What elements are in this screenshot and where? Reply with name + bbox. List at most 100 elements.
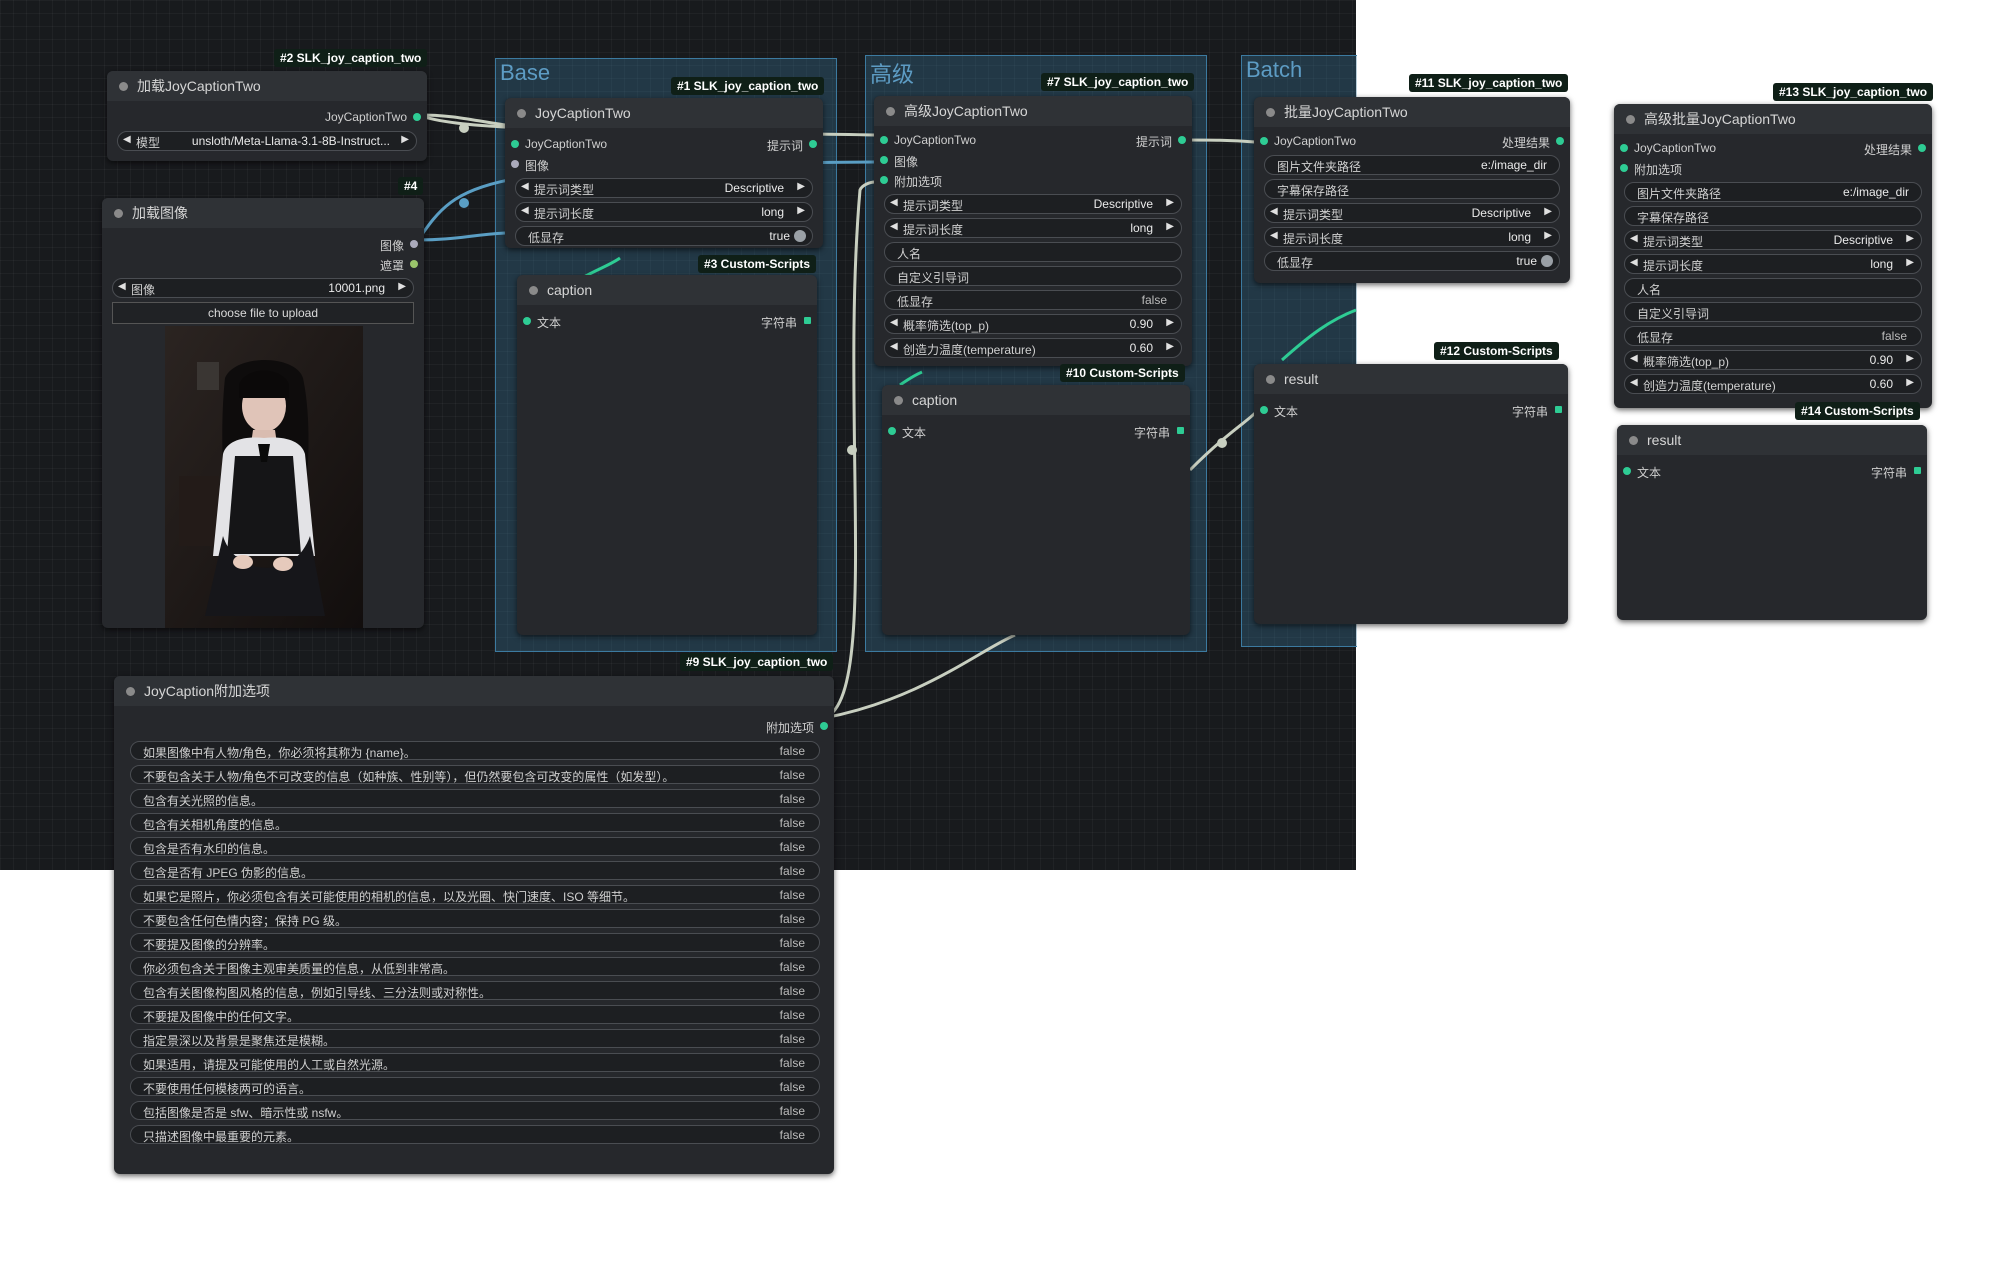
- lowvram-toggle[interactable]: 低显存 false: [1624, 326, 1922, 346]
- top-p-stepper[interactable]: ◀ 概率筛选(top_p) 0.90 ▶: [1624, 350, 1922, 370]
- arrow-left-icon[interactable]: ◀: [1270, 206, 1278, 217]
- extra-option-toggle[interactable]: 如果它是照片，你必须包含有关可能使用的相机的信息，以及光圈、快门速度、ISO 等…: [130, 885, 820, 904]
- arrow-right-icon[interactable]: ▶: [1166, 221, 1174, 232]
- node-title[interactable]: result: [1254, 364, 1568, 394]
- person-name-field[interactable]: 人名: [1624, 278, 1922, 298]
- node-caption-base[interactable]: caption 文本 字符串: [517, 275, 817, 635]
- arrow-left-icon[interactable]: ◀: [1270, 230, 1278, 241]
- person-name-field[interactable]: 人名: [884, 242, 1182, 262]
- node-title[interactable]: result: [1617, 425, 1927, 455]
- arrow-right-icon[interactable]: ▶: [1166, 341, 1174, 352]
- image-folder-field[interactable]: 图片文件夹路径 e:/image_dir: [1624, 182, 1922, 202]
- arrow-left-icon[interactable]: ◀: [1630, 353, 1638, 364]
- arrow-right-icon[interactable]: ▶: [398, 281, 406, 292]
- arrow-left-icon[interactable]: ◀: [1630, 377, 1638, 388]
- custom-prompt-field[interactable]: 自定义引导词: [1624, 302, 1922, 322]
- arrow-right-icon[interactable]: ▶: [797, 205, 805, 216]
- node-title[interactable]: JoyCaptionTwo: [505, 98, 823, 128]
- arrow-right-icon[interactable]: ▶: [1906, 353, 1914, 364]
- arrow-right-icon[interactable]: ▶: [401, 134, 409, 145]
- input-pin-icon[interactable]: [511, 160, 519, 168]
- arrow-right-icon[interactable]: ▶: [1544, 206, 1552, 217]
- caption-save-path-field[interactable]: 字幕保存路径: [1264, 179, 1560, 199]
- arrow-right-icon[interactable]: ▶: [797, 181, 805, 192]
- output-pin-icon[interactable]: [413, 113, 421, 121]
- input-pin-icon[interactable]: [880, 136, 888, 144]
- input-pin-icon[interactable]: [880, 156, 888, 164]
- extra-option-toggle[interactable]: 包含是否有水印的信息。 false: [130, 837, 820, 856]
- arrow-right-icon[interactable]: ▶: [1906, 233, 1914, 244]
- output-pin-icon[interactable]: [1918, 144, 1926, 152]
- node-result-batch[interactable]: result 文本 字符串: [1254, 364, 1568, 624]
- arrow-right-icon[interactable]: ▶: [1166, 197, 1174, 208]
- node-joycaption-advanced-batch[interactable]: 高级批量JoyCaptionTwo JoyCaptionTwo 处理结果 附加选…: [1614, 104, 1932, 408]
- extra-option-toggle[interactable]: 不要提及图像中的任何文字。 false: [130, 1005, 820, 1024]
- custom-prompt-field[interactable]: 自定义引导词: [884, 266, 1182, 286]
- input-pin-icon[interactable]: [511, 140, 519, 148]
- output-pin-icon[interactable]: [1556, 137, 1564, 145]
- input-pin-icon[interactable]: [1620, 164, 1628, 172]
- prompt-length-select[interactable]: ◀ 提示词长度 long ▶: [515, 202, 813, 222]
- node-title[interactable]: caption: [882, 385, 1190, 415]
- temperature-stepper[interactable]: ◀ 创造力温度(temperature) 0.60 ▶: [1624, 374, 1922, 394]
- arrow-left-icon[interactable]: ◀: [521, 205, 529, 216]
- collapse-dot-icon[interactable]: [1629, 436, 1638, 445]
- collapse-dot-icon[interactable]: [114, 209, 123, 218]
- arrow-left-icon[interactable]: ◀: [123, 134, 131, 145]
- arrow-left-icon[interactable]: ◀: [890, 341, 898, 352]
- arrow-right-icon[interactable]: ▶: [1906, 377, 1914, 388]
- input-pin-icon[interactable]: [523, 317, 531, 325]
- node-caption-advanced[interactable]: caption 文本 字符串: [882, 385, 1190, 635]
- toggle-knob-icon[interactable]: [1541, 255, 1553, 267]
- collapse-dot-icon[interactable]: [886, 107, 895, 116]
- extra-option-toggle[interactable]: 不要提及图像的分辨率。 false: [130, 933, 820, 952]
- output-pin-icon[interactable]: [1177, 427, 1184, 434]
- extra-option-toggle[interactable]: 包含有关相机角度的信息。 false: [130, 813, 820, 832]
- output-pin-icon[interactable]: [410, 240, 418, 248]
- arrow-left-icon[interactable]: ◀: [521, 181, 529, 192]
- input-pin-icon[interactable]: [1260, 137, 1268, 145]
- toggle-knob-icon[interactable]: [794, 230, 806, 242]
- node-load-joycaption[interactable]: 加载JoyCaptionTwo JoyCaptionTwo ◀ 模型 unslo…: [107, 71, 427, 161]
- node-joycaption-batch[interactable]: 批量JoyCaptionTwo JoyCaptionTwo 处理结果 图片文件夹…: [1254, 97, 1570, 283]
- model-select[interactable]: ◀ 模型 unsloth/Meta-Llama-3.1-8B-Instruct.…: [117, 131, 417, 151]
- node-load-image[interactable]: 加载图像 图像 遮罩 ◀ 图像 10001.png ▶ choose file …: [102, 198, 424, 628]
- input-pin-icon[interactable]: [1623, 467, 1631, 475]
- node-title[interactable]: 高级批量JoyCaptionTwo: [1614, 104, 1932, 134]
- arrow-left-icon[interactable]: ◀: [118, 281, 126, 292]
- collapse-dot-icon[interactable]: [894, 396, 903, 405]
- extra-option-toggle[interactable]: 不要包含关于人物/角色不可改变的信息（如种族、性别等），但仍然要包含可改变的属性…: [130, 765, 820, 784]
- temperature-stepper[interactable]: ◀ 创造力温度(temperature) 0.60 ▶: [884, 338, 1182, 358]
- arrow-left-icon[interactable]: ◀: [890, 197, 898, 208]
- output-pin-icon[interactable]: [1914, 467, 1921, 474]
- collapse-dot-icon[interactable]: [1266, 108, 1275, 117]
- input-pin-icon[interactable]: [880, 176, 888, 184]
- top-p-stepper[interactable]: ◀ 概率筛选(top_p) 0.90 ▶: [884, 314, 1182, 334]
- node-result-advanced-batch[interactable]: result 文本 字符串: [1617, 425, 1927, 620]
- node-joycaption-extra-options[interactable]: JoyCaption附加选项 附加选项 如果图像中有人物/角色，你必须将其称为 …: [114, 676, 834, 1174]
- node-title[interactable]: JoyCaption附加选项: [114, 676, 834, 706]
- lowvram-toggle[interactable]: 低显存 true: [515, 226, 813, 246]
- output-pin-icon[interactable]: [410, 260, 418, 268]
- extra-option-toggle[interactable]: 如果适用，请提及可能使用的人工或自然光源。 false: [130, 1053, 820, 1072]
- extra-option-toggle[interactable]: 包括图像是否是 sfw、暗示性或 nsfw。 false: [130, 1101, 820, 1120]
- prompt-type-select[interactable]: ◀ 提示词类型 Descriptive ▶: [515, 178, 813, 198]
- collapse-dot-icon[interactable]: [529, 286, 538, 295]
- prompt-length-select[interactable]: ◀ 提示词长度 long ▶: [1264, 227, 1560, 247]
- upload-button[interactable]: choose file to upload: [112, 302, 414, 324]
- image-folder-field[interactable]: 图片文件夹路径 e:/image_dir: [1264, 155, 1560, 175]
- extra-option-toggle[interactable]: 包含有关光照的信息。 false: [130, 789, 820, 808]
- prompt-length-select[interactable]: ◀ 提示词长度 long ▶: [1624, 254, 1922, 274]
- extra-option-toggle[interactable]: 不要使用任何模棱两可的语言。 false: [130, 1077, 820, 1096]
- prompt-length-select[interactable]: ◀ 提示词长度 long ▶: [884, 218, 1182, 238]
- output-pin-icon[interactable]: [1555, 406, 1562, 413]
- prompt-type-select[interactable]: ◀ 提示词类型 Descriptive ▶: [884, 194, 1182, 214]
- output-pin-icon[interactable]: [809, 140, 817, 148]
- prompt-type-select[interactable]: ◀ 提示词类型 Descriptive ▶: [1624, 230, 1922, 250]
- arrow-left-icon[interactable]: ◀: [890, 317, 898, 328]
- collapse-dot-icon[interactable]: [1266, 375, 1275, 384]
- output-pin-icon[interactable]: [1178, 136, 1186, 144]
- output-pin-icon[interactable]: [804, 317, 811, 324]
- input-pin-icon[interactable]: [1620, 144, 1628, 152]
- image-select[interactable]: ◀ 图像 10001.png ▶: [112, 278, 414, 298]
